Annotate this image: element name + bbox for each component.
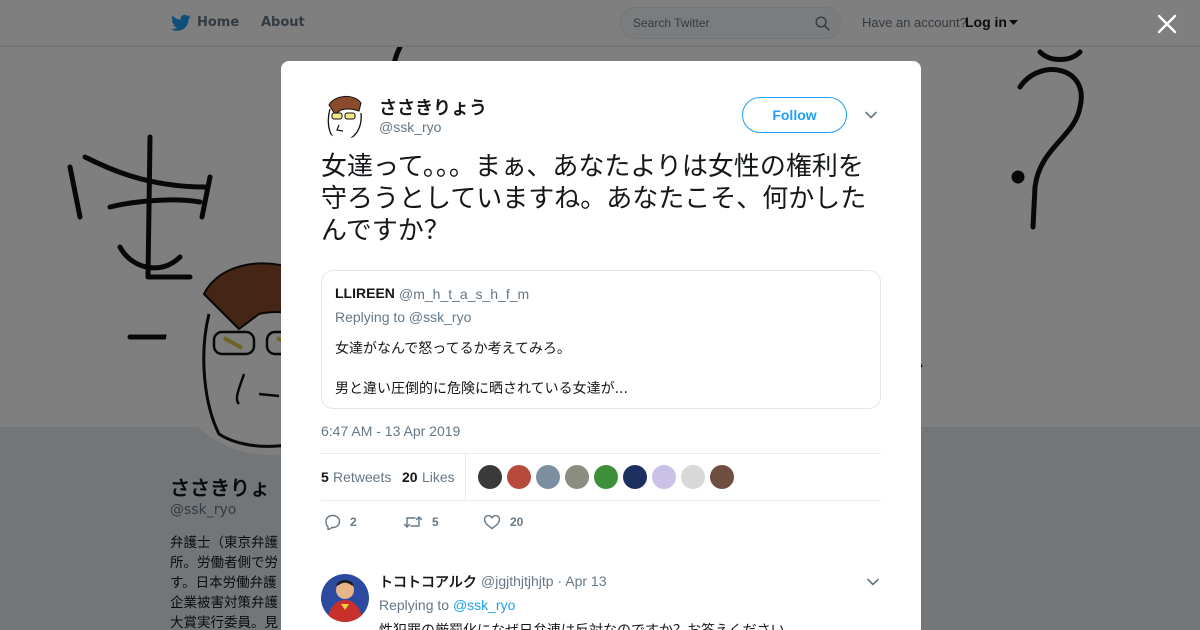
retweet-label[interactable]: Retweets [333, 469, 391, 485]
retweet-count[interactable]: 5 [321, 469, 329, 485]
author-name[interactable]: ささきりょう [379, 94, 487, 120]
tweet-stats: 5 Retweets 20 Likes [321, 453, 881, 501]
reply-icon [325, 514, 341, 530]
liker-avatar[interactable] [594, 465, 618, 489]
chevron-down-icon[interactable] [866, 575, 880, 589]
author-avatar[interactable] [321, 93, 367, 139]
quoted-text-line: 女達がなんで怒ってるか考えてみろ。 [335, 341, 571, 357]
follow-button[interactable]: Follow [742, 97, 847, 133]
like-label[interactable]: Likes [422, 469, 455, 485]
liker-avatar[interactable] [652, 465, 676, 489]
tweet-text: 女達って。。。まぁ、あなたよりは女性の権利を守ろうとしていますね。あなたこそ、何… [321, 152, 867, 246]
liker-avatar[interactable] [507, 465, 531, 489]
reply-author-name[interactable]: トコトコアルク [379, 572, 477, 592]
stats-divider [465, 454, 466, 500]
reply-text: 性犯罪の厳罰化になぜ日弁連は反対なのですか？お答えください [379, 620, 785, 630]
retweet-icon [403, 516, 423, 528]
liker-avatar[interactable] [681, 465, 705, 489]
replying-handle-link[interactable]: @ssk_ryo [453, 597, 515, 613]
quoted-author-handle: @m_h_t_a_s_h_f_m [399, 286, 530, 302]
reply-replying-to: Replying to @ssk_ryo [379, 597, 515, 613]
author-avatar-drawing [321, 93, 367, 139]
quoted-replying-to: Replying to @ssk_ryo [335, 309, 472, 325]
liker-avatar[interactable] [478, 465, 502, 489]
tweet-actions: 2 5 20 [321, 511, 621, 533]
quoted-text-line: 男と違い圧倒的に危険に晒されている女達が... [335, 381, 628, 397]
retweet-action-count: 5 [432, 515, 439, 529]
tweet-modal: ささきりょう @ssk_ryo Follow 女達って。。。まぁ、あなたよりは女… [281, 61, 921, 630]
liker-avatars [478, 465, 734, 489]
reply-button[interactable]: 2 [323, 511, 357, 533]
liker-avatar[interactable] [710, 465, 734, 489]
reply-author-handle[interactable]: @jgjthjtjhjtp · Apr 13 [481, 573, 607, 589]
liker-avatar[interactable] [536, 465, 560, 489]
liker-avatar[interactable] [565, 465, 589, 489]
close-icon[interactable] [1156, 13, 1178, 35]
author-handle[interactable]: @ssk_ryo [379, 119, 441, 135]
quoted-author-name: LLIREEN [335, 285, 395, 301]
like-action-count: 20 [510, 515, 524, 529]
replies-divider [281, 551, 921, 561]
reply-author-avatar[interactable] [321, 574, 369, 622]
chevron-down-icon[interactable] [864, 108, 878, 122]
liker-avatar[interactable] [623, 465, 647, 489]
like-button[interactable]: 20 [483, 511, 523, 533]
like-count[interactable]: 20 [402, 469, 418, 485]
tweet-timestamp[interactable]: 6:47 AM - 13 Apr 2019 [321, 423, 460, 439]
quoted-tweet[interactable]: LLIREEN @m_h_t_a_s_h_f_m Replying to @ss… [321, 270, 881, 409]
reply-count: 2 [350, 515, 357, 529]
reply-avatar-image [321, 574, 369, 622]
replying-prefix: Replying to [379, 597, 450, 613]
retweet-button[interactable]: 5 [403, 511, 439, 533]
heart-icon [483, 514, 501, 530]
